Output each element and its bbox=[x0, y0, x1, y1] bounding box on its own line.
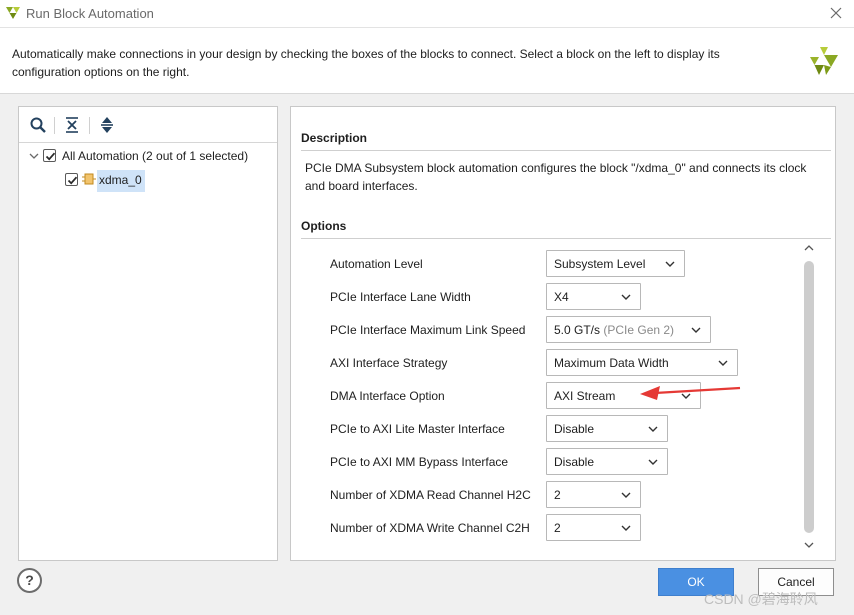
select-value: Maximum Data Width bbox=[554, 356, 669, 370]
search-icon[interactable] bbox=[29, 116, 47, 134]
checkmark-icon bbox=[45, 152, 56, 161]
root-label: All Automation (2 out of 1 selected) bbox=[62, 149, 249, 163]
select-value: AXI Stream bbox=[554, 389, 616, 403]
header-description: Automatically make connections in your d… bbox=[12, 47, 720, 79]
chevron-down-icon bbox=[621, 492, 631, 498]
header-area: Automatically make connections in your d… bbox=[0, 28, 854, 94]
axi-mm-bypass-select[interactable]: Disable bbox=[546, 448, 668, 475]
toolbar-divider bbox=[54, 117, 55, 134]
chevron-down-icon[interactable] bbox=[803, 540, 815, 550]
select-value: Subsystem Level bbox=[554, 257, 646, 271]
lane-width-select[interactable]: X4 bbox=[546, 283, 641, 310]
option-label: DMA Interface Option bbox=[330, 389, 445, 403]
xdma-label: xdma_0 bbox=[99, 173, 142, 187]
option-label: PCIe to AXI Lite Master Interface bbox=[330, 422, 505, 436]
c2h-channel-select[interactable]: 2 bbox=[546, 514, 641, 541]
root-checkbox[interactable] bbox=[43, 149, 56, 162]
link-speed-value: 5.0 GT/s bbox=[554, 323, 601, 337]
chevron-down-icon bbox=[691, 327, 701, 333]
select-value: Disable bbox=[554, 422, 595, 436]
dma-interface-select[interactable]: AXI Stream bbox=[546, 382, 701, 409]
tree-root-row[interactable]: All Automation (2 out of 1 selected) bbox=[19, 145, 277, 167]
chevron-down-icon[interactable] bbox=[28, 150, 40, 162]
axi-lite-master-select[interactable]: Disable bbox=[546, 415, 668, 442]
option-label: AXI Interface Strategy bbox=[330, 356, 448, 370]
window-title: Run Block Automation bbox=[26, 6, 154, 21]
ip-block-icon bbox=[82, 173, 96, 185]
automation-level-select[interactable]: Subsystem Level bbox=[546, 250, 685, 277]
select-value: 2 bbox=[554, 488, 561, 502]
options-scrollbar[interactable] bbox=[801, 241, 817, 555]
configuration-panel: Description PCIe DMA Subsystem block aut… bbox=[290, 106, 836, 561]
toolbar-divider bbox=[89, 117, 90, 134]
tree-toolbar bbox=[19, 107, 277, 143]
description-text: PCIe DMA Subsystem block automation conf… bbox=[305, 161, 807, 193]
option-label: PCIe Interface Lane Width bbox=[330, 290, 471, 304]
chevron-down-icon bbox=[681, 393, 691, 399]
tree-item-xdma[interactable]: xdma_0 bbox=[19, 169, 277, 192]
vivado-logo-icon bbox=[810, 47, 838, 75]
option-label: Automation Level bbox=[330, 257, 423, 271]
checkmark-icon bbox=[67, 176, 78, 185]
scrollbar-thumb[interactable] bbox=[804, 261, 814, 533]
close-icon[interactable] bbox=[826, 3, 846, 23]
chevron-down-icon bbox=[718, 360, 728, 366]
option-label: PCIe Interface Maximum Link Speed bbox=[330, 323, 526, 337]
chevron-up-icon[interactable] bbox=[803, 243, 815, 253]
options-heading: Options bbox=[301, 219, 831, 239]
vivado-logo-icon bbox=[6, 7, 20, 19]
select-value: 5.0 GT/s (PCIe Gen 2) bbox=[554, 323, 674, 337]
axi-strategy-select[interactable]: Maximum Data Width bbox=[546, 349, 738, 376]
xdma-checkbox[interactable] bbox=[65, 173, 78, 186]
collapse-all-icon[interactable] bbox=[63, 116, 81, 134]
chevron-down-icon bbox=[621, 525, 631, 531]
block-tree-panel: All Automation (2 out of 1 selected) xdm… bbox=[18, 106, 278, 561]
select-value: 2 bbox=[554, 521, 561, 535]
option-label: PCIe to AXI MM Bypass Interface bbox=[330, 455, 509, 469]
option-label: Number of XDMA Write Channel C2H bbox=[330, 521, 530, 535]
option-label: Number of XDMA Read Channel H2C bbox=[330, 488, 531, 502]
chevron-down-icon bbox=[665, 261, 675, 267]
link-speed-select[interactable]: 5.0 GT/s (PCIe Gen 2) bbox=[546, 316, 711, 343]
link-speed-note: (PCIe Gen 2) bbox=[603, 323, 675, 337]
description-heading: Description bbox=[301, 131, 831, 151]
chevron-down-icon bbox=[621, 294, 631, 300]
watermark: CSDN @碧海聆风 bbox=[704, 591, 818, 607]
chevron-down-icon bbox=[648, 426, 658, 432]
help-button[interactable]: ? bbox=[17, 568, 42, 593]
title-bar: Run Block Automation bbox=[0, 0, 854, 28]
select-value: X4 bbox=[554, 290, 569, 304]
h2c-channel-select[interactable]: 2 bbox=[546, 481, 641, 508]
select-value: Disable bbox=[554, 455, 595, 469]
expand-all-icon[interactable] bbox=[98, 116, 116, 134]
chevron-down-icon bbox=[648, 459, 658, 465]
